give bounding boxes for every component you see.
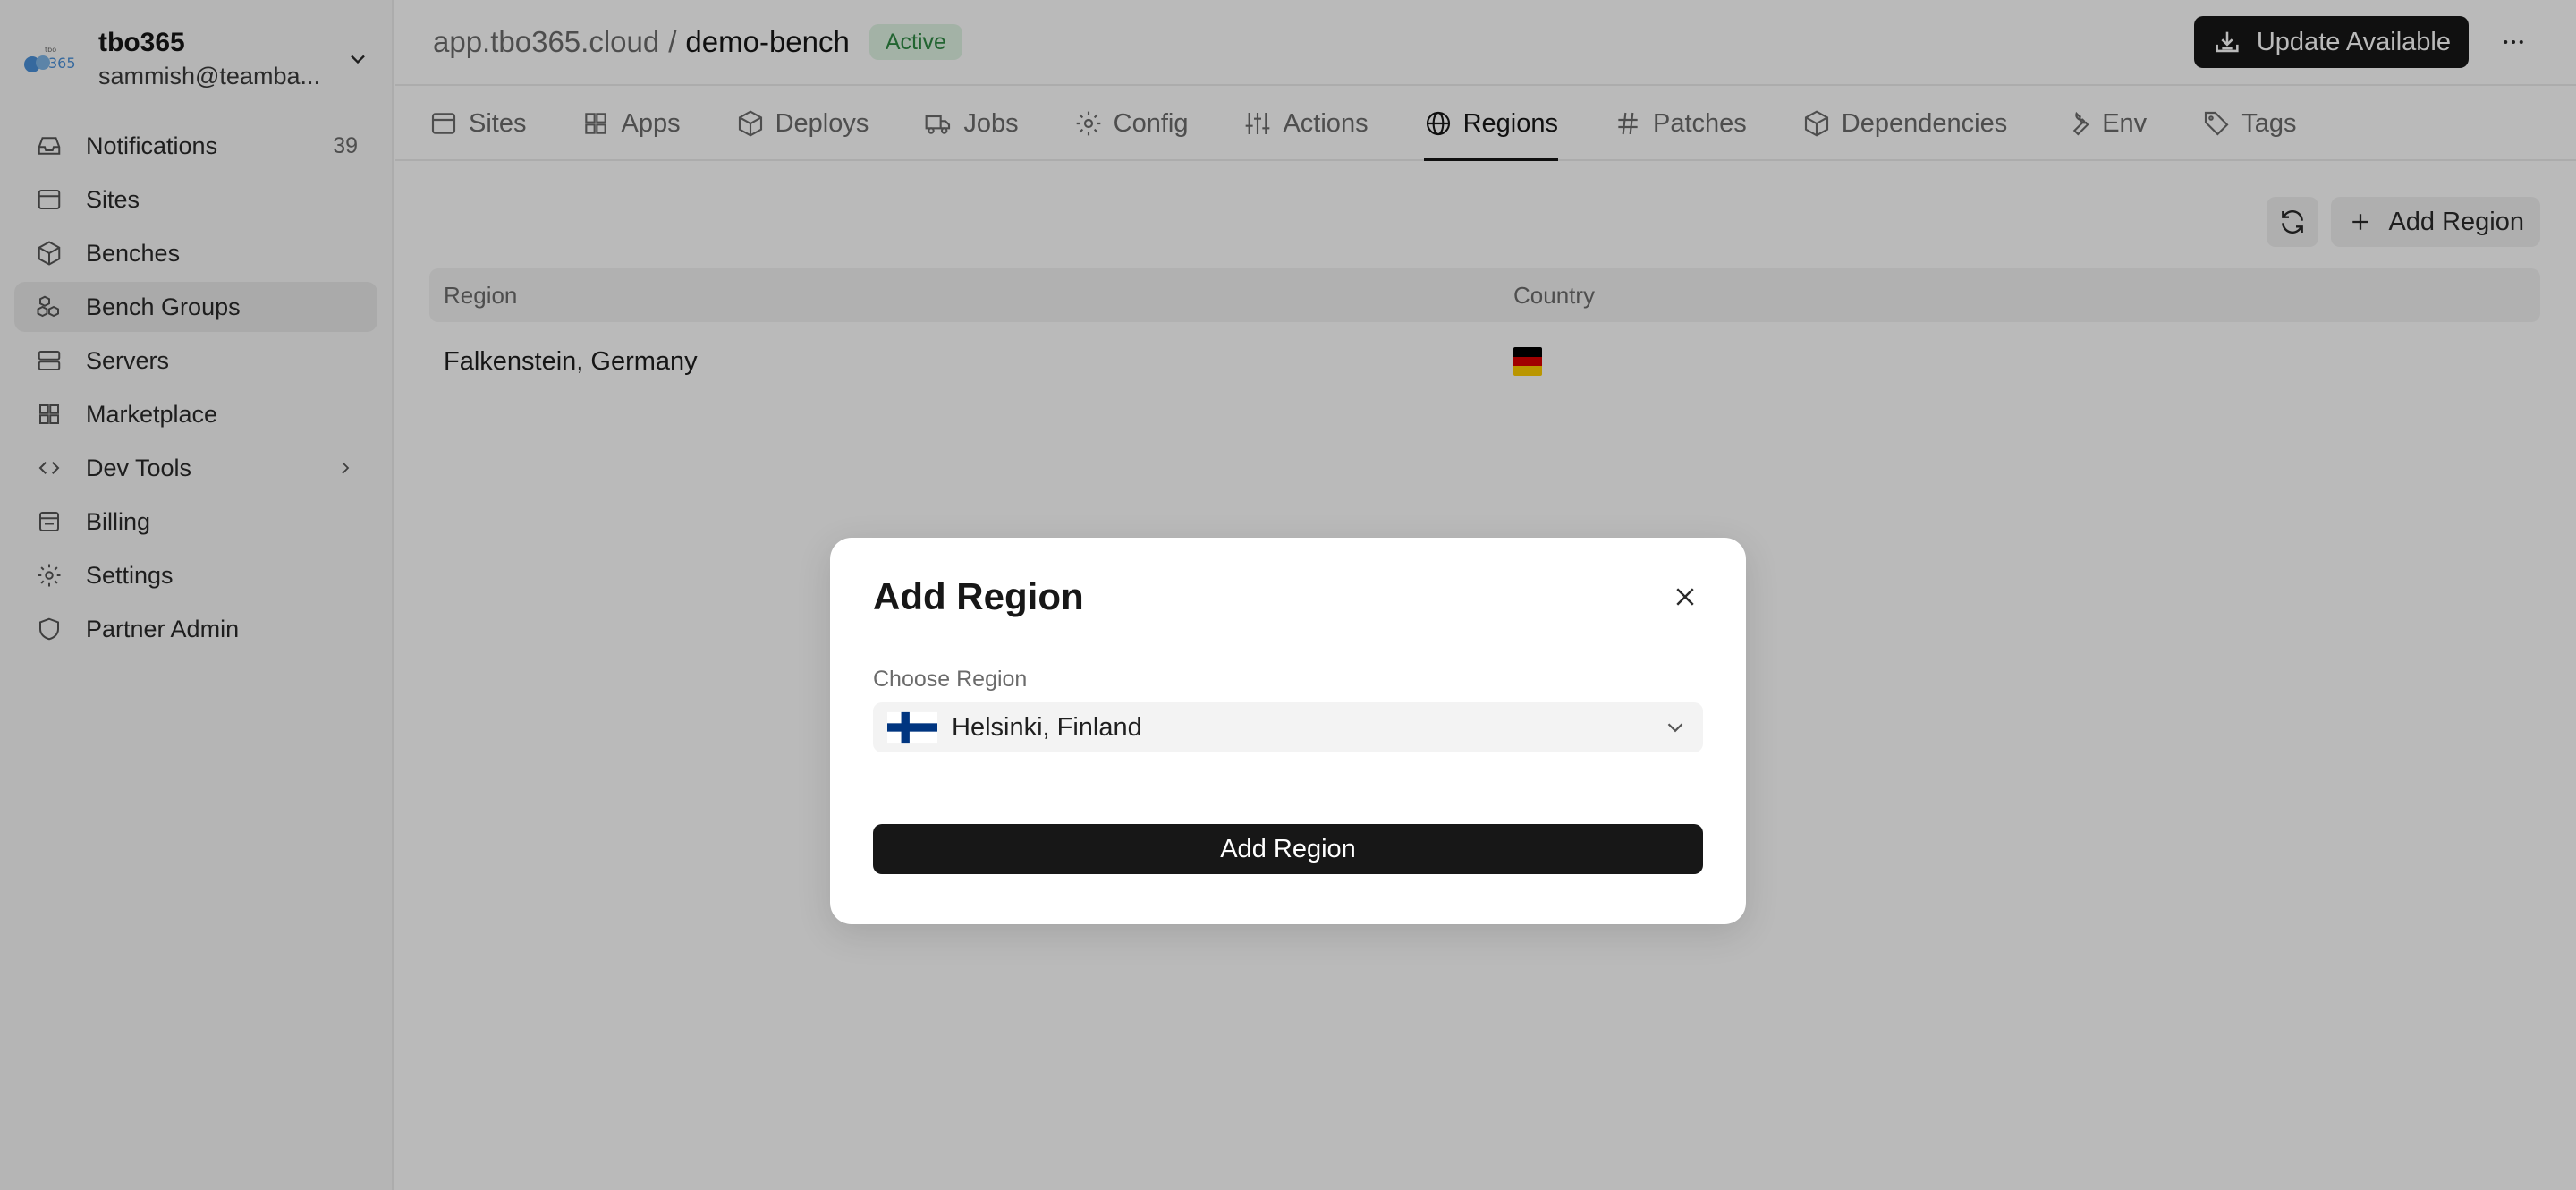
- add-region-submit-button[interactable]: Add Region: [873, 824, 1703, 874]
- close-icon: [1672, 583, 1699, 610]
- chevron-down-icon: [1662, 714, 1689, 741]
- finland-flag-icon: [887, 711, 937, 744]
- dialog-title: Add Region: [873, 575, 1084, 617]
- choose-region-label: Choose Region: [873, 667, 1028, 692]
- close-button[interactable]: [1667, 579, 1703, 615]
- selected-region: Helsinki, Finland: [952, 712, 1142, 742]
- region-select[interactable]: Helsinki, Finland: [873, 702, 1703, 752]
- add-region-dialog: Add Region Choose Region Helsinki, Finla…: [830, 538, 1746, 924]
